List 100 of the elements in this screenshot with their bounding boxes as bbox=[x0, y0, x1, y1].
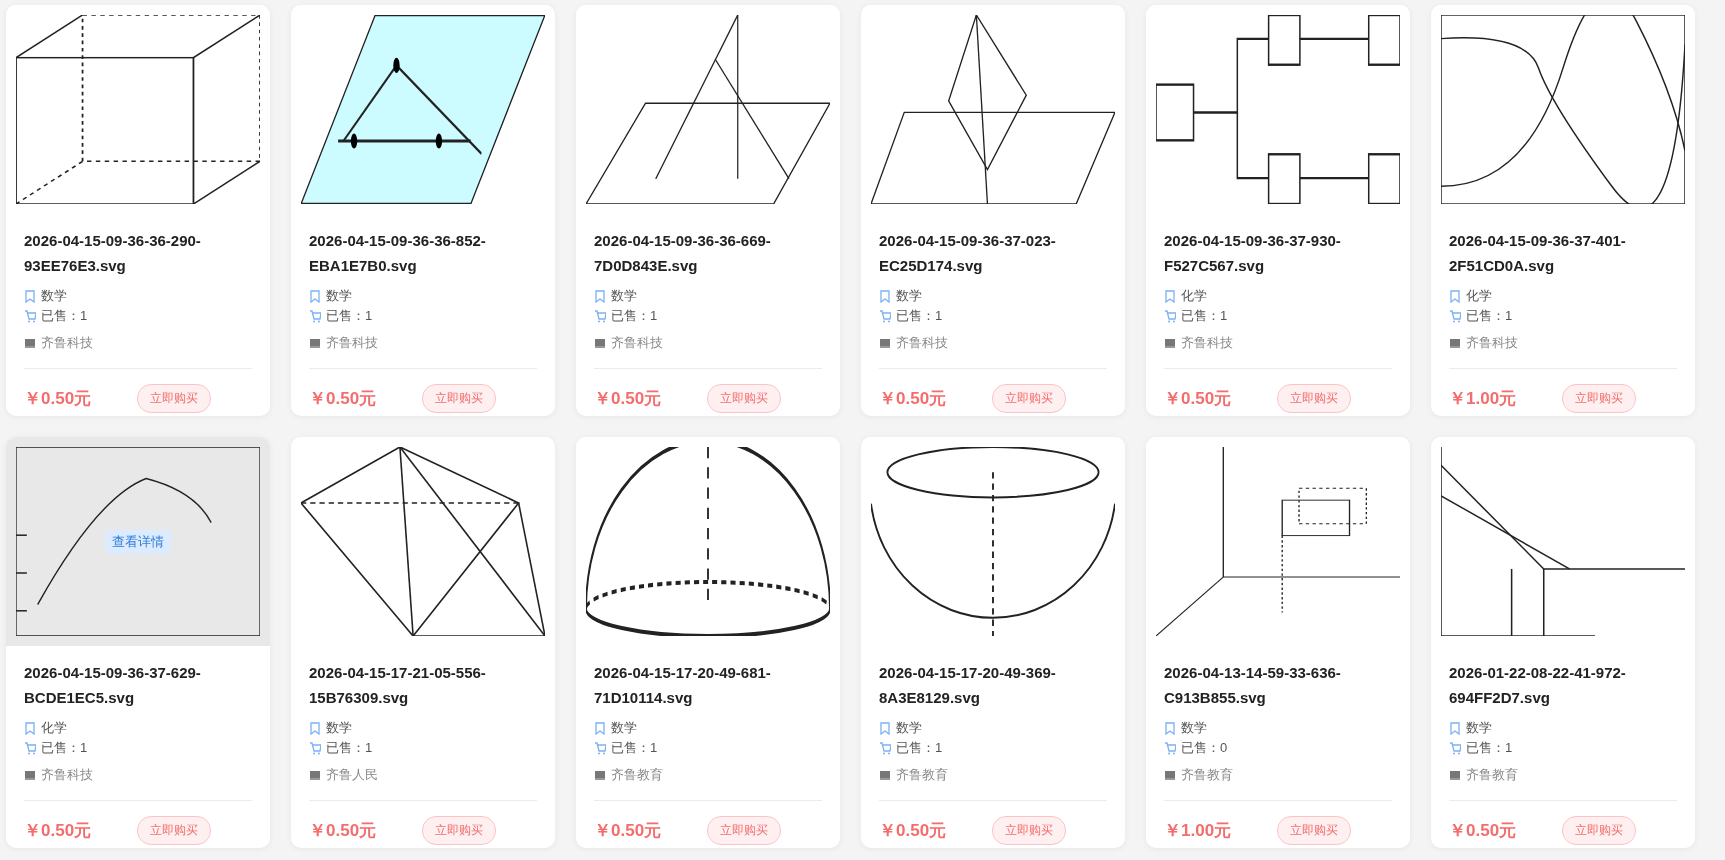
file-name: 2026-04-15-09-36-37-401-2F51CD0A.svg bbox=[1449, 231, 1627, 276]
product-card[interactable]: 2026-04-15-09-36-37-023-EC25D174.svg 数学 已售：1 齐鲁科技 ￥0.50元 立即购买 bbox=[861, 5, 1125, 416]
sold-count: 已售：1 bbox=[41, 307, 88, 325]
file-name: 2026-04-15-09-36-37-930-F527C567.svg bbox=[1164, 231, 1342, 276]
bookmark-icon bbox=[1164, 289, 1176, 303]
cart-icon bbox=[1449, 741, 1461, 755]
cart-icon bbox=[309, 741, 321, 755]
shop-icon bbox=[879, 337, 891, 349]
sold-count: 已售：1 bbox=[41, 739, 88, 757]
price: ￥0.50元 bbox=[309, 820, 378, 842]
shop-icon bbox=[879, 769, 891, 781]
publisher-name: 齐鲁教育 bbox=[1466, 766, 1518, 784]
subject-label: 数学 bbox=[1181, 719, 1207, 737]
sold-count: 已售：1 bbox=[1466, 307, 1513, 325]
cart-icon bbox=[309, 309, 321, 323]
bookmark-icon bbox=[1449, 721, 1461, 735]
shop-icon bbox=[594, 337, 606, 349]
shop-icon bbox=[309, 769, 321, 781]
publisher-name: 齐鲁科技 bbox=[41, 766, 93, 784]
sold-count: 已售：1 bbox=[326, 739, 373, 757]
cart-icon bbox=[1449, 309, 1461, 323]
cart-icon bbox=[594, 741, 606, 755]
product-card[interactable]: 2026-04-15-09-36-37-930-F527C567.svg 化学 已售：1 齐鲁科技 ￥0.50元 立即购买 bbox=[1146, 5, 1410, 416]
buy-button[interactable]: 立即购买 bbox=[1277, 816, 1351, 845]
product-card[interactable]: 2026-04-15-09-36-36-669-7D0D843E.svg 数学 已售：1 齐鲁科技 ￥0.50元 立即购买 bbox=[576, 5, 840, 416]
shop-icon bbox=[24, 769, 36, 781]
bookmark-icon bbox=[309, 289, 321, 303]
publisher-name: 齐鲁科技 bbox=[41, 334, 93, 352]
subject-label: 数学 bbox=[326, 287, 352, 305]
cart-icon bbox=[879, 741, 891, 755]
shop-icon bbox=[594, 769, 606, 781]
subject-label: 数学 bbox=[896, 287, 922, 305]
buy-button[interactable]: 立即购买 bbox=[707, 816, 781, 845]
buy-button[interactable]: 立即购买 bbox=[422, 384, 496, 413]
buy-button[interactable]: 立即购买 bbox=[1562, 384, 1636, 413]
bookmark-icon bbox=[1164, 721, 1176, 735]
product-card[interactable]: 2026-04-15-09-36-37-401-2F51CD0A.svg 化学 已售：1 齐鲁科技 ￥1.00元 立即购买 bbox=[1431, 5, 1695, 416]
price: ￥0.50元 bbox=[594, 820, 663, 842]
buy-button[interactable]: 立即购买 bbox=[137, 384, 211, 413]
cart-icon bbox=[1164, 741, 1176, 755]
product-card[interactable]: 2026-04-15-17-20-49-369-8A3E8129.svg 数学 已售：1 齐鲁教育 ￥0.50元 立即购买 bbox=[861, 437, 1125, 848]
product-card[interactable]: 2026-04-15-17-20-49-681-71D10114.svg 数学 已售：1 齐鲁教育 ￥0.50元 立即购买 bbox=[576, 437, 840, 848]
cart-icon bbox=[594, 309, 606, 323]
price: ￥0.50元 bbox=[24, 388, 93, 410]
price: ￥0.50元 bbox=[879, 388, 948, 410]
sold-count: 已售：1 bbox=[1181, 307, 1228, 325]
shop-icon bbox=[1449, 337, 1461, 349]
publisher-name: 齐鲁教育 bbox=[611, 766, 663, 784]
view-details-button[interactable]: 查看详情 bbox=[105, 529, 171, 554]
price: ￥1.00元 bbox=[1164, 820, 1233, 842]
price: ￥1.00元 bbox=[1449, 388, 1518, 410]
publisher-name: 齐鲁教育 bbox=[896, 766, 948, 784]
subject-label: 数学 bbox=[326, 719, 352, 737]
buy-button[interactable]: 立即购买 bbox=[992, 384, 1066, 413]
bookmark-icon bbox=[24, 721, 36, 735]
sold-count: 已售：1 bbox=[611, 739, 658, 757]
price: ￥0.50元 bbox=[309, 388, 378, 410]
sold-count: 已售：1 bbox=[611, 307, 658, 325]
product-card[interactable]: 2026-04-15-09-36-36-852-EBA1E7B0.svg 数学 已售：1 齐鲁科技 ￥0.50元 立即购买 bbox=[291, 5, 555, 416]
bookmark-icon bbox=[24, 289, 36, 303]
subject-label: 化学 bbox=[1181, 287, 1207, 305]
product-card[interactable]: 查看详情 2026-04-15-09-36-37-629-BCDE1EC5.svg 化学 已售：1 齐鲁科技 ￥0.50元 立即购买 bbox=[6, 437, 270, 848]
bookmark-icon bbox=[879, 721, 891, 735]
file-name: 2026-04-15-17-20-49-369-8A3E8129.svg bbox=[879, 663, 1057, 708]
price: ￥0.50元 bbox=[24, 820, 93, 842]
buy-button[interactable]: 立即购买 bbox=[137, 816, 211, 845]
shop-icon bbox=[1164, 769, 1176, 781]
buy-button[interactable]: 立即购买 bbox=[992, 816, 1066, 845]
product-card[interactable]: 2026-01-22-08-22-41-972-694FF2D7.svg 数学 已售：1 齐鲁教育 ￥0.50元 立即购买 bbox=[1431, 437, 1695, 848]
sold-count: 已售：0 bbox=[1181, 739, 1228, 757]
file-name: 2026-04-15-09-36-37-629-BCDE1EC5.svg bbox=[24, 663, 202, 708]
shop-icon bbox=[309, 337, 321, 349]
buy-button[interactable]: 立即购买 bbox=[422, 816, 496, 845]
publisher-name: 齐鲁教育 bbox=[1181, 766, 1233, 784]
publisher-name: 齐鲁科技 bbox=[611, 334, 663, 352]
buy-button[interactable]: 立即购买 bbox=[1562, 816, 1636, 845]
buy-button[interactable]: 立即购买 bbox=[1277, 384, 1351, 413]
subject-label: 数学 bbox=[41, 287, 67, 305]
publisher-name: 齐鲁科技 bbox=[1466, 334, 1518, 352]
cart-icon bbox=[24, 741, 36, 755]
shop-icon bbox=[1164, 337, 1176, 349]
bookmark-icon bbox=[1449, 289, 1461, 303]
subject-label: 化学 bbox=[41, 719, 67, 737]
sold-count: 已售：1 bbox=[326, 307, 373, 325]
publisher-name: 齐鲁科技 bbox=[1181, 334, 1233, 352]
product-card[interactable]: 2026-04-15-09-36-36-290-93EE76E3.svg 数学 已售：1 齐鲁科技 ￥0.50元 立即购买 bbox=[6, 5, 270, 416]
price: ￥0.50元 bbox=[1449, 820, 1518, 842]
subject-label: 数学 bbox=[611, 719, 637, 737]
subject-label: 数学 bbox=[611, 287, 637, 305]
product-card[interactable]: 2026-04-13-14-59-33-636-C913B855.svg 数学 已售：0 齐鲁教育 ￥1.00元 立即购买 bbox=[1146, 437, 1410, 848]
publisher-name: 齐鲁人民 bbox=[326, 766, 378, 784]
buy-button[interactable]: 立即购买 bbox=[707, 384, 781, 413]
product-card[interactable]: 2026-04-15-17-21-05-556-15B76309.svg 数学 已售：1 齐鲁人民 ￥0.50元 立即购买 bbox=[291, 437, 555, 848]
sold-count: 已售：1 bbox=[896, 739, 943, 757]
file-name: 2026-04-15-09-36-37-023-EC25D174.svg bbox=[879, 231, 1057, 276]
file-name: 2026-04-15-09-36-36-290-93EE76E3.svg bbox=[24, 231, 202, 276]
file-name: 2026-04-13-14-59-33-636-C913B855.svg bbox=[1164, 663, 1342, 708]
bookmark-icon bbox=[879, 289, 891, 303]
file-name: 2026-01-22-08-22-41-972-694FF2D7.svg bbox=[1449, 663, 1627, 708]
bookmark-icon bbox=[309, 721, 321, 735]
